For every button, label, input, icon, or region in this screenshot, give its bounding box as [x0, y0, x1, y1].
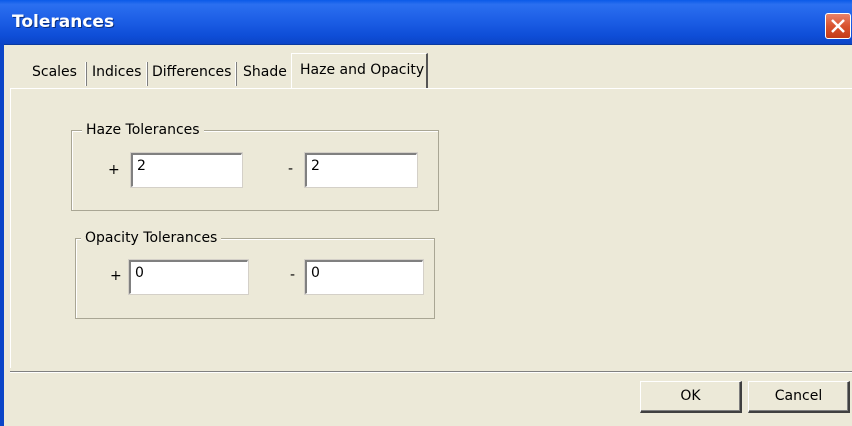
- tolerances-dialog: Tolerances Scales Indices Differences Sh…: [0, 0, 852, 426]
- title-bar[interactable]: Tolerances: [0, 0, 852, 45]
- ok-button[interactable]: OK: [640, 381, 742, 413]
- haze-minus-input[interactable]: 2: [304, 152, 418, 188]
- haze-tolerances-group: Haze Tolerances + 2 - 2: [71, 121, 439, 211]
- close-button[interactable]: [825, 13, 851, 39]
- tab-divider: [235, 62, 237, 86]
- opacity-plus-sign: +: [110, 268, 122, 284]
- tab-shade[interactable]: Shade: [243, 56, 287, 89]
- tab-divider: [85, 62, 87, 86]
- tab-scales[interactable]: Scales: [32, 56, 77, 89]
- window-title: Tolerances: [12, 12, 115, 32]
- opacity-plus-input[interactable]: 0: [128, 259, 249, 295]
- tab-divider: [146, 62, 148, 86]
- opacity-tolerances-group: Opacity Tolerances + 0 - 0: [75, 229, 435, 319]
- window-frame: [0, 44, 4, 426]
- opacity-minus-sign: -: [290, 267, 296, 283]
- haze-tolerances-legend: Haze Tolerances: [82, 121, 204, 139]
- opacity-tolerances-legend: Opacity Tolerances: [81, 229, 222, 247]
- cancel-button[interactable]: Cancel: [748, 381, 850, 413]
- opacity-minus-input[interactable]: 0: [304, 259, 424, 295]
- dialog-separator: [10, 371, 852, 373]
- close-icon: [831, 19, 845, 33]
- tab-haze-and-opacity[interactable]: Haze and Opacity: [291, 53, 428, 88]
- tab-indices[interactable]: Indices: [92, 56, 141, 89]
- tab-differences[interactable]: Differences: [152, 56, 231, 89]
- haze-plus-input[interactable]: 2: [130, 152, 243, 188]
- haze-minus-sign: -: [288, 161, 294, 177]
- haze-plus-sign: +: [108, 162, 120, 178]
